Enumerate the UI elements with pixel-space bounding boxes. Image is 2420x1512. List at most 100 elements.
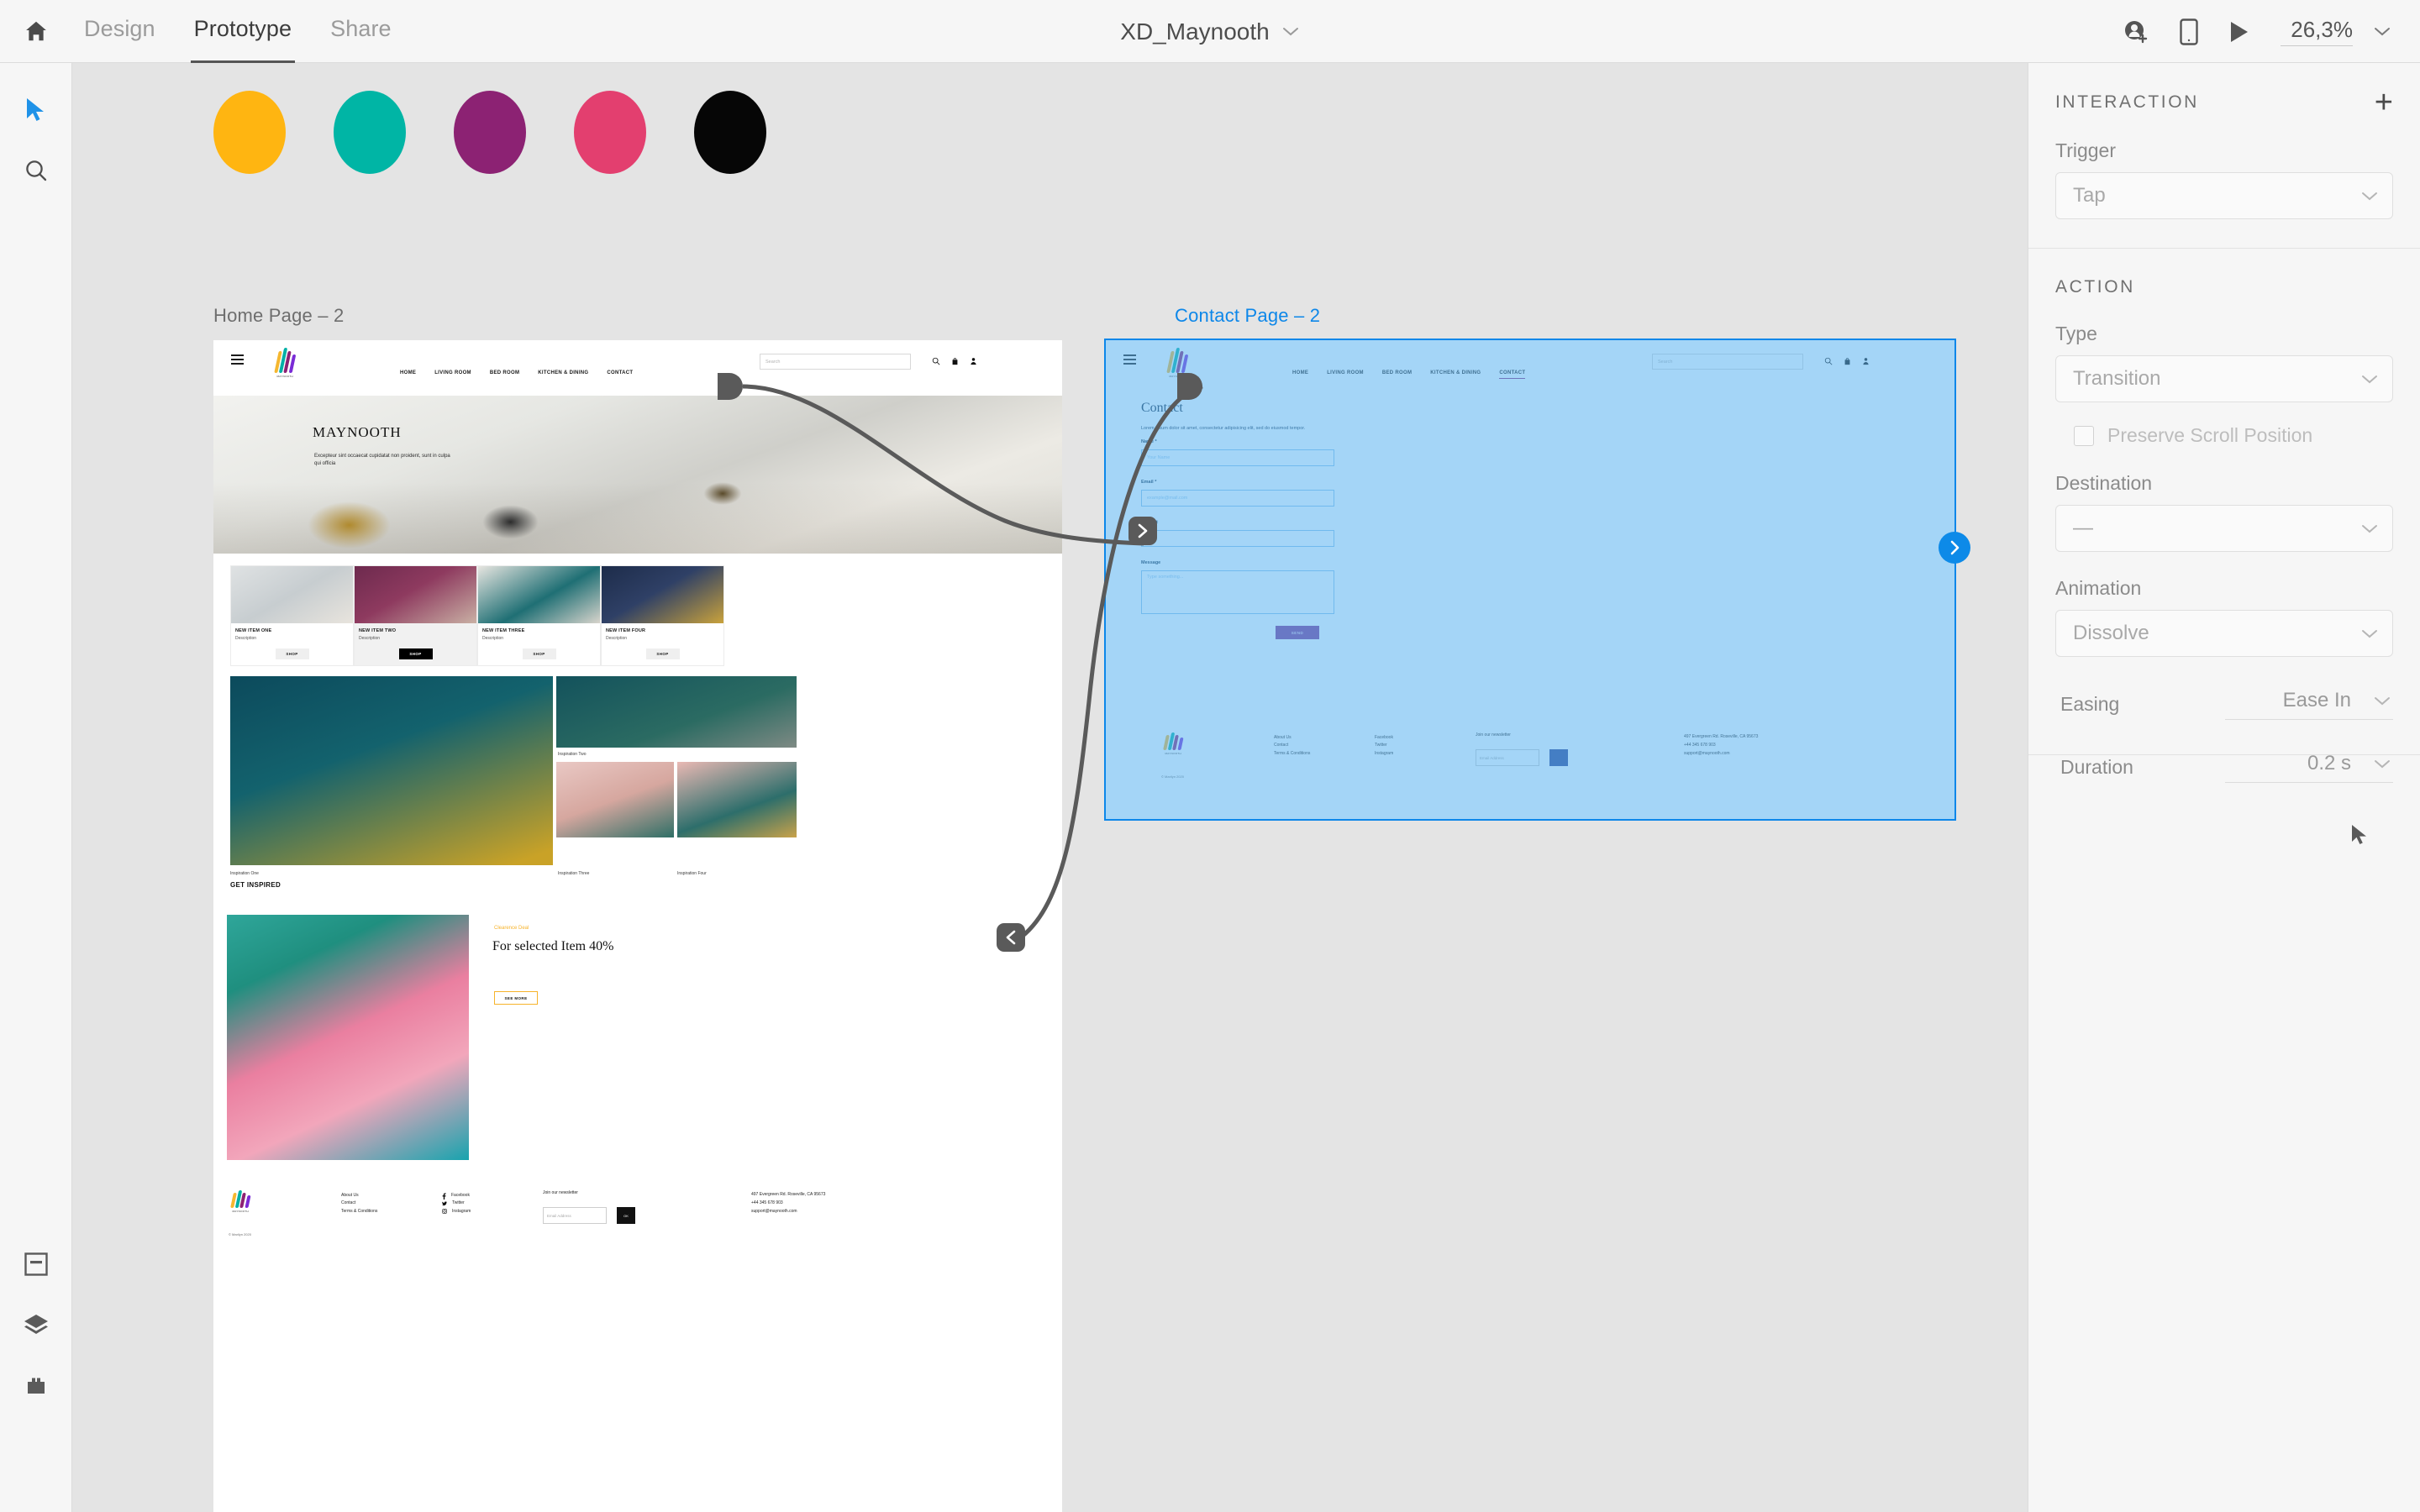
product-card[interactable]: NEW ITEM FOUR Description SHOP	[601, 565, 724, 666]
zoom-chevron-down-icon[interactable]	[2373, 26, 2391, 38]
search-icon[interactable]	[1824, 357, 1833, 365]
preserve-scroll-checkbox[interactable]	[2074, 425, 2094, 446]
footer-link-terms[interactable]: Terms & Conditions	[341, 1208, 377, 1215]
nav-item-home[interactable]: HOME	[1292, 370, 1308, 379]
shop-button[interactable]: SHOP	[522, 648, 556, 659]
document-title-button[interactable]: XD_Maynooth	[1120, 18, 1299, 45]
message-label: Message	[1141, 560, 1161, 565]
see-more-button[interactable]: SEE MORE	[494, 991, 538, 1005]
connection-arrow-to-contact[interactable]	[1128, 517, 1157, 545]
user-icon[interactable]	[970, 357, 977, 365]
footer-link-about[interactable]: About Us	[341, 1192, 377, 1200]
product-card[interactable]: NEW ITEM TWO Description SHOP	[354, 565, 477, 666]
nav-item-living-room[interactable]: LIVING ROOM	[1327, 370, 1364, 379]
swatch-black[interactable]	[694, 91, 766, 174]
easing-select[interactable]: Ease In	[2225, 689, 2393, 720]
footer-logo[interactable]: MAYNOOTH	[1163, 732, 1184, 755]
cart-icon[interactable]	[1844, 357, 1851, 365]
newsletter-ok-button[interactable]	[1549, 749, 1568, 766]
duration-select[interactable]: 0.2 s	[2225, 752, 2393, 783]
nav-item-bed-room[interactable]: BED ROOM	[1382, 370, 1412, 379]
artboard-contact-page[interactable]: MAYNOOTH Search HOME LIVING ROO	[1104, 339, 1956, 821]
invite-user-button[interactable]	[2123, 18, 2149, 45]
zoom-tool[interactable]	[0, 140, 72, 201]
email-input[interactable]: example@mail.com	[1141, 490, 1334, 507]
inspiration-image-one[interactable]	[230, 676, 553, 865]
shop-button[interactable]: SHOP	[398, 648, 433, 659]
footer-social-twitter[interactable]: Twitter	[1375, 742, 1393, 749]
newsletter-email-input[interactable]: Email Address	[1476, 749, 1539, 766]
newsletter-email-input[interactable]: Email Address	[543, 1207, 607, 1224]
send-button[interactable]: SEND	[1276, 626, 1319, 639]
destination-select[interactable]: —	[2055, 505, 2393, 552]
inspiration-image-two[interactable]	[556, 676, 797, 748]
libraries-panel-button[interactable]	[0, 1355, 72, 1415]
animation-select[interactable]: Dissolve	[2055, 610, 2393, 657]
search-input[interactable]: Search	[760, 354, 911, 370]
cart-icon[interactable]	[951, 357, 959, 365]
shop-button[interactable]: SHOP	[645, 648, 680, 659]
footer-link-contact[interactable]: Contact	[341, 1200, 377, 1207]
nav-item-living-room[interactable]: LIVING ROOM	[434, 370, 471, 375]
nav-item-contact[interactable]: CONTACT	[607, 370, 633, 375]
tab-design[interactable]: Design	[84, 16, 155, 47]
site-logo[interactable]: MAYNOOTH	[274, 348, 296, 378]
footer-link-about[interactable]: About Us	[1274, 734, 1310, 742]
shop-button[interactable]: SHOP	[275, 648, 309, 659]
zoom-level[interactable]: 26,3%	[2281, 17, 2353, 46]
product-description: Description	[359, 636, 381, 641]
nav-item-contact[interactable]: CONTACT	[1499, 370, 1526, 379]
name-input[interactable]: Your Name	[1141, 449, 1334, 466]
search-input[interactable]: Search	[1652, 354, 1803, 370]
tab-prototype[interactable]: Prototype	[190, 16, 296, 64]
product-card[interactable]: NEW ITEM THREE Description SHOP	[477, 565, 601, 666]
footer-link-contact[interactable]: Contact	[1274, 742, 1310, 749]
newsletter-ok-button[interactable]: OK	[617, 1207, 635, 1224]
footer-social-facebook[interactable]: Facebook	[1375, 734, 1393, 742]
message-textarea[interactable]: Type something...	[1141, 570, 1334, 614]
canvas[interactable]: Home Page – 2 Contact Page – 2 MAYNOOTH …	[72, 63, 2028, 1512]
desktop-preview-play-button[interactable]	[2228, 20, 2250, 44]
preserve-scroll-row[interactable]: Preserve Scroll Position	[2074, 424, 2393, 447]
device-preview-button[interactable]	[2180, 18, 2198, 45]
inspiration-image-four[interactable]	[677, 762, 797, 837]
deal-image[interactable]	[227, 915, 469, 1160]
swatch-teal[interactable]	[334, 91, 406, 174]
nav-item-kitchen-dining[interactable]: KITCHEN & DINING	[1430, 370, 1481, 379]
type-select[interactable]: Transition	[2055, 355, 2393, 402]
connection-arrow-to-home[interactable]	[997, 923, 1025, 952]
swatch-amber[interactable]	[213, 91, 286, 174]
instagram-icon	[442, 1209, 447, 1214]
footer-social-twitter[interactable]: Twitter	[452, 1200, 465, 1207]
nav-item-bed-room[interactable]: BED ROOM	[490, 370, 519, 375]
search-icon[interactable]	[932, 357, 940, 365]
home-button[interactable]	[0, 0, 72, 63]
select-tool[interactable]	[0, 80, 72, 140]
layers-panel-button[interactable]	[0, 1294, 72, 1355]
artboard-label-home[interactable]: Home Page – 2	[213, 305, 344, 327]
inspiration-image-three[interactable]	[556, 762, 674, 837]
interaction-drag-handle[interactable]	[1939, 532, 1970, 564]
user-icon[interactable]	[1862, 357, 1870, 365]
nav-item-kitchen-dining[interactable]: KITCHEN & DINING	[538, 370, 588, 375]
artboard-home-page[interactable]: MAYNOOTH Search HOME LIVING ROOM BED ROO…	[213, 340, 1062, 1512]
trigger-select[interactable]: Tap	[2055, 172, 2393, 219]
product-card[interactable]: NEW ITEM ONE Description SHOP	[230, 565, 354, 666]
add-interaction-button[interactable]: +	[2375, 87, 2393, 118]
menu-icon[interactable]	[231, 354, 244, 367]
footer-link-terms[interactable]: Terms & Conditions	[1274, 750, 1310, 758]
footer-social-facebook[interactable]: Facebook	[451, 1192, 470, 1200]
artboard-panel-button[interactable]	[0, 1234, 72, 1294]
subject-input[interactable]: Info	[1141, 530, 1334, 547]
footer-social: Facebook Twitter Instagram	[442, 1192, 471, 1215]
menu-icon[interactable]	[1123, 354, 1136, 367]
footer-logo[interactable]: MAYNOOTH	[230, 1190, 251, 1213]
tab-share[interactable]: Share	[330, 16, 392, 47]
swatch-purple[interactable]	[454, 91, 526, 174]
artboard-label-contact[interactable]: Contact Page – 2	[1175, 305, 1320, 327]
email-label: Email *	[1141, 480, 1157, 485]
footer-social-instagram[interactable]: Instagram	[1375, 750, 1393, 758]
nav-item-home[interactable]: HOME	[400, 370, 416, 375]
footer-social-instagram[interactable]: Instagram	[452, 1208, 471, 1215]
swatch-pink[interactable]	[574, 91, 646, 174]
